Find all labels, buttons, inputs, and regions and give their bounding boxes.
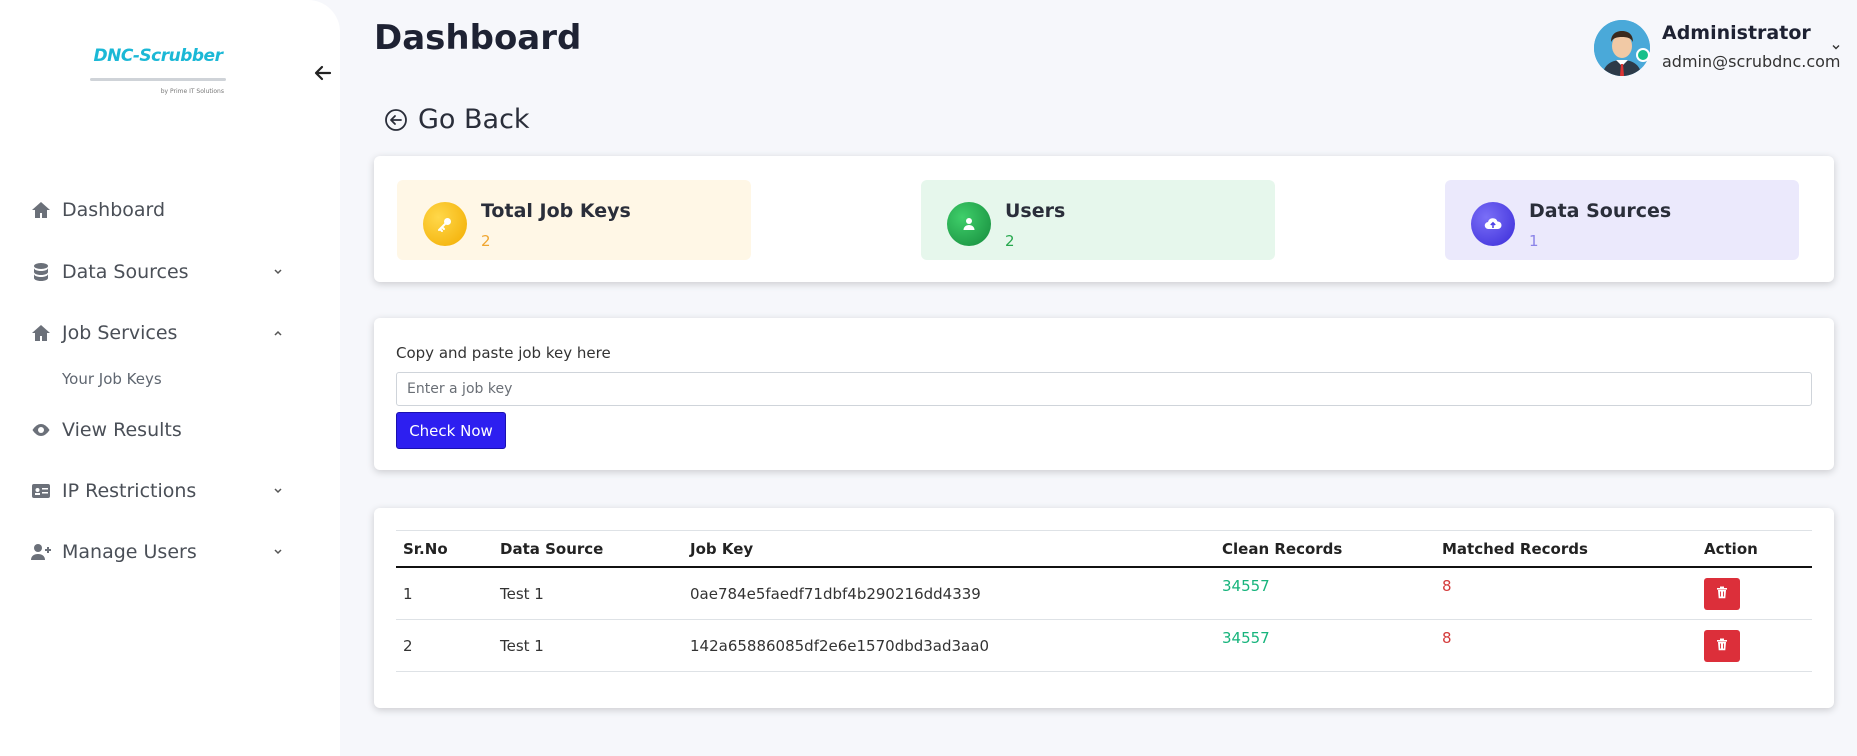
check-now-button[interactable]: Check Now xyxy=(396,412,506,449)
cell-job-key: 142a65886085df2e6e1570dbd3ad3aa0 xyxy=(690,636,989,655)
id-card-icon xyxy=(30,480,52,502)
brand-name: DNC-Scrubber xyxy=(93,46,223,66)
stats-card: Total Job Keys 2 Users 2 Data Sources 1 xyxy=(374,156,1834,282)
table-row: 1 Test 1 0ae784e5faedf71dbf4b290216dd433… xyxy=(396,568,1812,620)
stat-title: Users xyxy=(1005,200,1066,222)
go-back-link[interactable]: Go Back xyxy=(384,104,530,135)
database-icon xyxy=(30,261,52,283)
key-icon xyxy=(423,202,467,246)
go-back-label: Go Back xyxy=(418,104,530,135)
stat-users: Users 2 xyxy=(921,180,1275,260)
brand-logo[interactable]: DNC-Scrubber by Prime IT Solutions xyxy=(90,46,226,100)
arrow-left-icon[interactable] xyxy=(312,62,334,84)
stat-title: Total Job Keys xyxy=(481,200,631,222)
sidebar-item-label: Job Services xyxy=(62,322,178,344)
header-action: Action xyxy=(1704,539,1758,558)
user-name: Administrator xyxy=(1662,22,1811,44)
sidebar-item-job-services[interactable]: Job Services xyxy=(30,313,285,353)
stat-data-sources: Data Sources 1 xyxy=(1445,180,1799,260)
eye-icon xyxy=(30,419,52,441)
stat-title: Data Sources xyxy=(1529,200,1672,222)
sidebar-item-view-results[interactable]: View Results xyxy=(30,410,285,450)
brand-tagline: by Prime IT Solutions xyxy=(160,88,224,95)
stat-value: 1 xyxy=(1529,232,1539,250)
online-status-dot xyxy=(1636,48,1650,62)
stat-total-job-keys: Total Job Keys 2 xyxy=(397,180,751,260)
job-keys-table-card: Sr.No Data Source Job Key Clean Records … xyxy=(374,508,1834,708)
user-icon xyxy=(947,202,991,246)
cell-job-key: 0ae784e5faedf71dbf4b290216dd4339 xyxy=(690,584,981,603)
chevron-down-icon xyxy=(271,264,285,278)
job-key-form: Copy and paste job key here Check Now xyxy=(374,318,1834,470)
cell-clean-records: 34557 xyxy=(1222,629,1270,647)
job-key-label: Copy and paste job key here xyxy=(396,344,611,362)
job-keys-table: Sr.No Data Source Job Key Clean Records … xyxy=(396,530,1812,672)
header-matched-records: Matched Records xyxy=(1442,539,1588,558)
user-menu[interactable]: Administrator admin@scrubdnc.com xyxy=(1594,20,1844,80)
trash-icon xyxy=(1716,637,1728,655)
chevron-down-icon[interactable] xyxy=(1830,38,1842,50)
table-row: 2 Test 1 142a65886085df2e6e1570dbd3ad3aa… xyxy=(396,620,1812,672)
page-title: Dashboard xyxy=(374,18,582,58)
user-plus-icon xyxy=(30,541,52,563)
header-clean-records: Clean Records xyxy=(1222,539,1343,558)
cell-data-source: Test 1 xyxy=(500,636,544,655)
home-icon xyxy=(30,199,52,221)
sidebar-item-manage-users[interactable]: Manage Users xyxy=(30,532,285,572)
circle-arrow-left-icon xyxy=(384,108,408,132)
header-data-source: Data Source xyxy=(500,539,604,558)
sidebar-item-label: Data Sources xyxy=(62,261,189,283)
cell-matched-records: 8 xyxy=(1442,577,1452,595)
cell-clean-records: 34557 xyxy=(1222,577,1270,595)
sidebar-item-label: IP Restrictions xyxy=(62,480,197,502)
sidebar-item-data-sources[interactable]: Data Sources xyxy=(30,252,285,292)
logo-underline xyxy=(90,78,226,81)
stat-value: 2 xyxy=(481,232,491,250)
cell-data-source: Test 1 xyxy=(500,584,544,603)
cell-sr-no: 2 xyxy=(403,636,413,655)
sidebar-item-label: Dashboard xyxy=(62,199,166,221)
cell-matched-records: 8 xyxy=(1442,629,1452,647)
sidebar: DNC-Scrubber by Prime IT Solutions Dashb… xyxy=(0,0,340,756)
home-icon xyxy=(30,322,52,344)
sidebar-item-label: View Results xyxy=(62,419,182,441)
stat-value: 2 xyxy=(1005,232,1015,250)
chevron-down-icon xyxy=(271,483,285,497)
trash-icon xyxy=(1716,585,1728,603)
header-sr-no: Sr.No xyxy=(403,539,448,558)
chevron-up-icon xyxy=(271,325,285,339)
cell-action xyxy=(1704,620,1740,671)
sidebar-item-label: Manage Users xyxy=(62,541,197,563)
sidebar-item-dashboard[interactable]: Dashboard xyxy=(30,190,285,230)
delete-button[interactable] xyxy=(1704,629,1740,662)
table-header-row: Sr.No Data Source Job Key Clean Records … xyxy=(396,530,1812,568)
header-job-key: Job Key xyxy=(690,539,754,558)
sidebar-subitem-your-job-keys[interactable]: Your Job Keys xyxy=(62,370,162,388)
chevron-down-icon xyxy=(271,544,285,558)
cell-sr-no: 1 xyxy=(403,584,413,603)
cloud-upload-icon xyxy=(1471,202,1515,246)
user-email: admin@scrubdnc.com xyxy=(1662,52,1841,71)
delete-button[interactable] xyxy=(1704,577,1740,610)
job-key-input[interactable] xyxy=(396,372,1812,406)
cell-action xyxy=(1704,568,1740,619)
sidebar-item-ip-restrictions[interactable]: IP Restrictions xyxy=(30,471,285,511)
